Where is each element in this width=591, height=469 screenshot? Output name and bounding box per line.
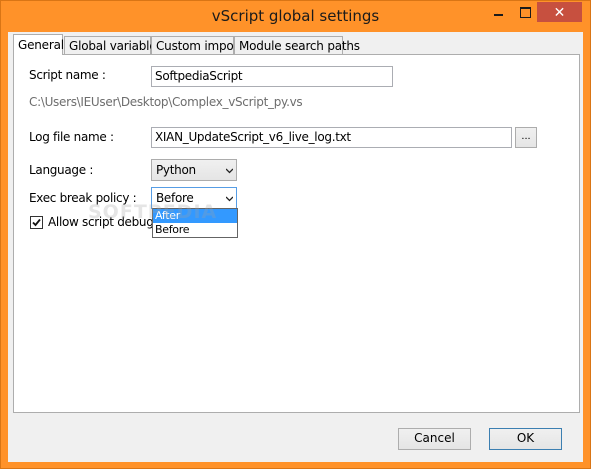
chevron-down-icon: [226, 168, 233, 174]
allow-debugging-checkbox[interactable]: [30, 216, 43, 229]
general-tab-panel: Script name : SoftpediaScript C:\Users\I…: [13, 54, 580, 413]
dialog-client-area: General Global variables Custom imports …: [8, 32, 583, 462]
browse-button[interactable]: ...: [515, 127, 537, 148]
ok-button[interactable]: OK: [489, 428, 562, 450]
tab-module-search-paths[interactable]: Module search paths: [234, 36, 360, 54]
tab-general[interactable]: General: [13, 34, 64, 55]
language-value: Python: [156, 163, 196, 177]
script-name-input[interactable]: SoftpediaScript: [151, 66, 393, 87]
maximize-icon: [519, 6, 531, 18]
script-path-text: C:\Users\IEUser\Desktop\Complex_vScript_…: [29, 95, 303, 109]
title-bar[interactable]: vScript global settings ✕: [1, 1, 590, 32]
close-button[interactable]: ✕: [537, 2, 582, 22]
chevron-down-icon: [226, 196, 233, 202]
log-file-label: Log file name :: [29, 130, 114, 144]
language-select[interactable]: Python: [151, 159, 237, 181]
option-before[interactable]: Before: [153, 223, 237, 237]
minimize-button[interactable]: [485, 2, 511, 22]
minimize-icon: [493, 14, 503, 16]
tab-custom-imports[interactable]: Custom imports: [151, 36, 249, 54]
watermark-text: SOFTPEDIA: [88, 201, 218, 223]
close-icon: ✕: [553, 3, 566, 20]
cancel-button[interactable]: Cancel: [398, 428, 471, 450]
script-name-label: Script name :: [29, 68, 106, 82]
settings-window: vScript global settings ✕ General Global…: [0, 0, 591, 469]
checkmark-icon: [32, 218, 41, 227]
tab-global-variables[interactable]: Global variables: [64, 36, 163, 54]
language-label: Language :: [29, 163, 94, 177]
log-file-input[interactable]: XIAN_UpdateScript_v6_live_log.txt: [151, 127, 512, 148]
maximize-button[interactable]: [512, 2, 538, 22]
